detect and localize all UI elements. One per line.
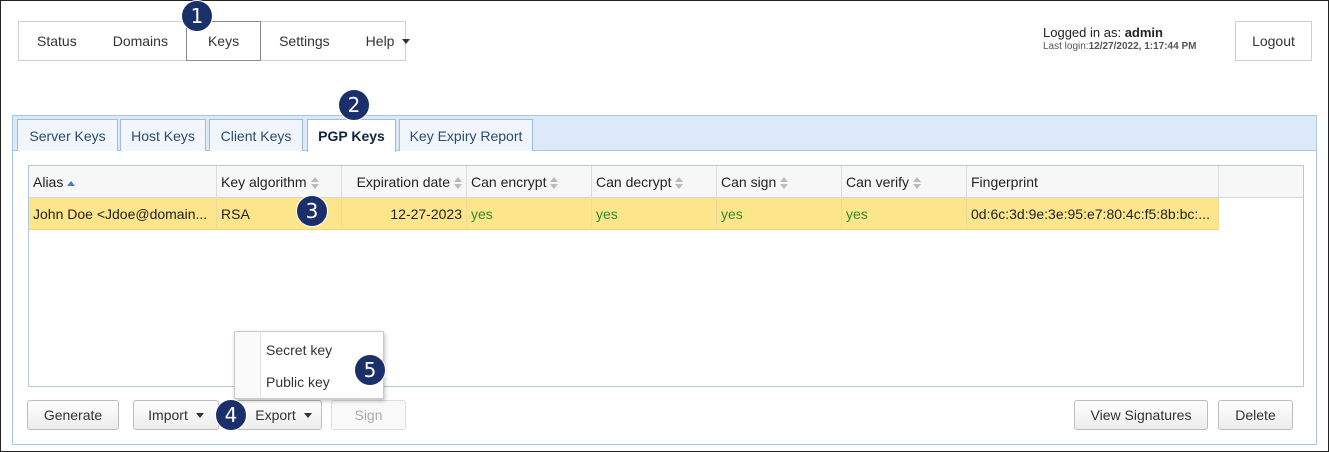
callout-1: 1 — [181, 0, 213, 32]
column-header-expiration-date[interactable]: Expiration date — [342, 166, 467, 198]
last-login-prefix: Last login: — [1043, 41, 1089, 52]
generate-button[interactable]: Generate — [27, 400, 119, 430]
delete-button[interactable]: Delete — [1218, 400, 1293, 430]
chevron-down-icon — [402, 38, 411, 44]
column-fingerprint-label: Fingerprint — [971, 174, 1038, 190]
tab-host-keys[interactable]: Host Keys — [120, 119, 206, 151]
sign-button[interactable]: Sign — [331, 400, 406, 430]
logout-button[interactable]: Logout — [1235, 21, 1312, 61]
tab-pgp-keys-label: PGP Keys — [318, 128, 385, 144]
nav-settings-label: Settings — [279, 33, 330, 49]
nav-settings[interactable]: Settings — [261, 22, 348, 60]
column-can-encrypt-label: Can encrypt — [471, 174, 547, 190]
cell-can-sign: yes — [717, 198, 842, 230]
sign-label: Sign — [354, 407, 383, 423]
menu-gutter — [235, 332, 261, 398]
tab-key-expiry-report-label: Key Expiry Report — [409, 127, 523, 144]
column-can-sign-label: Can sign — [721, 174, 777, 190]
import-button[interactable]: Import — [133, 400, 219, 430]
tab-client-keys[interactable]: Client Keys — [209, 119, 303, 151]
keys-panel: Server Keys Host Keys Client Keys PGP Ke… — [12, 115, 1317, 445]
logged-in-prefix: Logged in as: — [1043, 25, 1125, 40]
sort-icon — [780, 177, 789, 190]
generate-label: Generate — [43, 407, 103, 423]
sort-icon — [675, 177, 684, 190]
cell-fingerprint: 0d:6c:3d:9e:3e:95:e7:80:4c:f5:8b:bc:... — [967, 198, 1219, 230]
cell-can-encrypt: yes — [467, 198, 592, 230]
cell-can-verify: yes — [842, 198, 967, 230]
column-can-verify-label: Can verify — [846, 174, 910, 190]
menu-item-public-key[interactable]: Public key — [266, 372, 330, 392]
chevron-down-icon — [303, 412, 312, 418]
top-nav: Status Domains Keys Settings Help — [18, 21, 411, 61]
logout-label: Logout — [1252, 33, 1295, 49]
callout-4: 4 — [215, 399, 247, 431]
cell-can-decrypt: yes — [592, 198, 717, 230]
column-header-can-sign[interactable]: Can sign — [717, 166, 842, 198]
nav-help-label: Help — [365, 33, 395, 49]
nav-status-label: Status — [37, 33, 77, 49]
tab-client-keys-label: Client Keys — [220, 127, 292, 144]
chevron-down-icon — [195, 412, 204, 418]
delete-label: Delete — [1235, 407, 1276, 423]
nav-domains-label: Domains — [112, 33, 168, 49]
column-header-fingerprint[interactable]: Fingerprint — [967, 166, 1219, 198]
cell-expiration-date: 12-27-2023 — [342, 198, 467, 230]
table-row[interactable]: John Doe <Jdoe@domain... RSA 12-27-2023 … — [29, 198, 1219, 230]
column-header-can-decrypt[interactable]: Can decrypt — [592, 166, 717, 198]
callout-5: 5 — [354, 354, 386, 386]
sort-icon — [310, 177, 319, 190]
tab-pgp-keys[interactable]: PGP Keys — [307, 119, 396, 152]
nav-domains[interactable]: Domains — [95, 22, 186, 60]
cell-alias: John Doe <Jdoe@domain... — [29, 198, 217, 230]
sort-ascending-icon — [67, 180, 76, 186]
column-can-decrypt-label: Can decrypt — [596, 174, 672, 190]
tab-host-keys-label: Host Keys — [131, 127, 195, 144]
tab-server-keys[interactable]: Server Keys — [17, 119, 118, 151]
login-info: Logged in as: admin Last login:12/27/202… — [1043, 26, 1196, 54]
column-header-key-algorithm[interactable]: Key algorithm — [217, 166, 342, 198]
nav-keys-label: Keys — [207, 33, 240, 49]
menu-item-secret-key[interactable]: Secret key — [266, 340, 332, 360]
tab-bar: Server Keys Host Keys Client Keys PGP Ke… — [13, 116, 1316, 152]
pgp-keys-grid: Alias Key algorithm Expiration date Can … — [28, 165, 1304, 387]
column-alias-label: Alias — [33, 174, 64, 190]
sort-icon — [550, 177, 559, 190]
tab-server-keys-label: Server Keys — [29, 127, 106, 144]
column-header-can-encrypt[interactable]: Can encrypt — [467, 166, 592, 198]
nav-help[interactable]: Help — [348, 22, 429, 60]
column-header-can-verify[interactable]: Can verify — [842, 166, 967, 198]
username: admin — [1124, 25, 1163, 40]
column-header-alias[interactable]: Alias — [29, 166, 217, 198]
nav-status[interactable]: Status — [19, 22, 95, 60]
import-label: Import — [148, 407, 188, 423]
view-signatures-label: View Signatures — [1090, 407, 1192, 423]
callout-3: 3 — [296, 195, 328, 227]
grid-header: Alias Key algorithm Expiration date Can … — [29, 166, 1303, 198]
column-key-algorithm-label: Key algorithm — [221, 174, 307, 190]
last-login-time: 12/27/2022, 1:17:44 PM — [1088, 41, 1197, 52]
column-expiration-date-label: Expiration date — [356, 174, 450, 190]
export-label: Export — [255, 407, 296, 423]
callout-2: 2 — [338, 89, 370, 121]
tab-key-expiry-report[interactable]: Key Expiry Report — [399, 119, 533, 151]
sort-icon — [913, 177, 922, 190]
view-signatures-button[interactable]: View Signatures — [1074, 400, 1208, 430]
sort-icon — [454, 177, 462, 190]
